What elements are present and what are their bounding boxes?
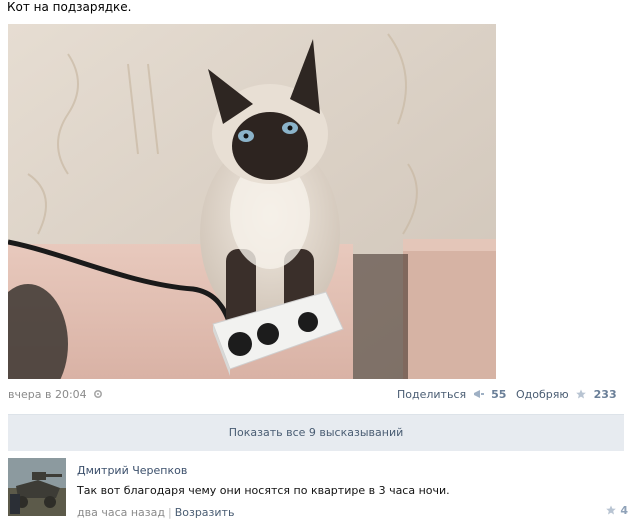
comment-like-button[interactable]: 4 <box>602 504 628 517</box>
comment-author-link[interactable]: Дмитрий Черепков <box>77 464 187 477</box>
like-count: 233 <box>593 388 617 401</box>
comment-like-count: 4 <box>620 504 628 517</box>
star-icon[interactable] <box>605 505 617 515</box>
like-label[interactable]: Одобряю <box>516 388 569 401</box>
show-all-comments-button[interactable]: Показать все 9 высказываний <box>8 414 624 451</box>
share-button[interactable]: Поделиться 55 <box>397 388 506 401</box>
like-button[interactable]: Одобряю 233 <box>516 388 617 401</box>
show-all-comments-label[interactable]: Показать все 9 высказываний <box>229 426 404 439</box>
comment-footer: два часа назад | Возразить <box>77 506 234 519</box>
post-meta-row: вчера в 20:04 Поделиться 55 Одобряю 233 <box>8 388 620 404</box>
post-date-text[interactable]: вчера в 20:04 <box>8 388 87 401</box>
avatar[interactable] <box>8 458 66 516</box>
gear-icon[interactable] <box>93 389 103 399</box>
star-icon[interactable] <box>575 389 587 399</box>
post-text: Кот на подзарядке. <box>7 0 132 14</box>
post-date[interactable]: вчера в 20:04 <box>8 388 103 401</box>
separator: | <box>167 506 172 519</box>
comment-time[interactable]: два часа назад <box>77 506 165 519</box>
megaphone-icon[interactable] <box>473 389 485 399</box>
post-photo[interactable] <box>8 24 496 379</box>
reply-button[interactable]: Возразить <box>175 506 235 519</box>
comment-item: Дмитрий Черепков Так вот благодаря чему … <box>8 456 632 531</box>
comment-text: Так вот благодаря чему они носятся по кв… <box>77 484 450 497</box>
share-label[interactable]: Поделиться <box>397 388 466 401</box>
share-count: 55 <box>491 388 507 401</box>
